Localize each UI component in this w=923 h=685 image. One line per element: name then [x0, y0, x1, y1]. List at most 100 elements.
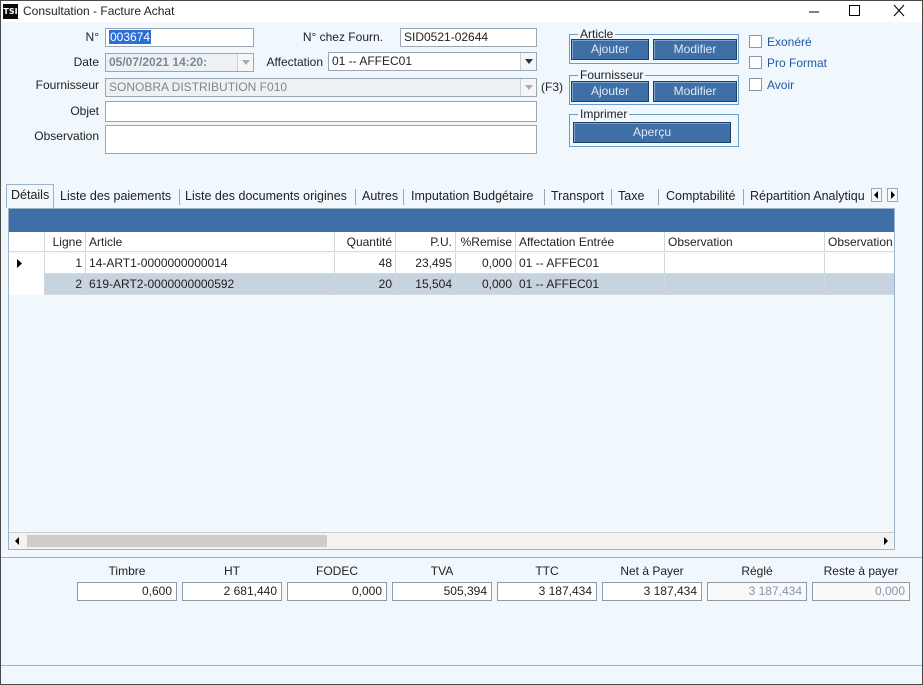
arrow-right-icon — [884, 537, 888, 545]
col-header-remise[interactable]: %Remise — [456, 232, 516, 252]
ttc-field[interactable]: 3 187,434 — [497, 582, 597, 601]
col-header-article[interactable]: Article — [86, 232, 335, 252]
net-a-payer-label: Net à Payer — [620, 564, 684, 578]
cell-ligne[interactable]: 1 — [45, 253, 86, 274]
exonere-checkbox[interactable] — [749, 35, 762, 48]
row-selector[interactable] — [9, 253, 45, 274]
cell-remise[interactable]: 0,000 — [456, 274, 516, 295]
observation-label: Observation — [34, 129, 99, 143]
maximize-button[interactable] — [834, 1, 874, 22]
tab-paiements[interactable]: Liste des paiements — [56, 186, 175, 208]
tabs-scroll-right-button[interactable] — [887, 188, 898, 202]
article-modify-button[interactable]: Modifier — [653, 39, 737, 60]
tva-label: TVA — [430, 564, 454, 578]
imprimer-group: Imprimer Aperçu — [569, 107, 739, 147]
fodec-field[interactable]: 0,000 — [287, 582, 387, 601]
ttc-label: TTC — [535, 564, 559, 578]
col-header-observation-2[interactable]: Observation — [825, 232, 894, 252]
objet-field[interactable] — [105, 101, 537, 122]
col-header-quantite[interactable]: Quantité — [335, 232, 396, 252]
tab-transport[interactable]: Transport — [547, 186, 608, 208]
date-field[interactable]: 05/07/2021 14:20: — [105, 53, 254, 72]
close-button[interactable] — [878, 1, 918, 22]
fournisseur-add-button[interactable]: Ajouter — [571, 81, 649, 102]
preview-button[interactable]: Aperçu — [573, 122, 731, 143]
tab-autres[interactable]: Autres — [358, 186, 402, 208]
no-field[interactable]: 003674 — [105, 28, 254, 47]
tabs-scroll-left-button[interactable] — [871, 188, 882, 202]
affectation-value: 01 -- AFFEC01 — [332, 54, 413, 68]
fournisseur-dropdown-icon[interactable] — [520, 79, 536, 96]
col-header-observation[interactable]: Observation — [665, 232, 825, 252]
no-value: 003674 — [109, 30, 152, 44]
pro-format-checkbox[interactable] — [749, 56, 762, 69]
row-indicator-icon — [17, 259, 22, 268]
col-header-affectation[interactable]: Affectation Entrée — [516, 232, 665, 252]
status-bar-divider — [1, 665, 922, 666]
table-row[interactable]: 1 14-ART1-0000000000014 48 23,495 0,000 … — [9, 253, 894, 274]
cell-quantite[interactable]: 20 — [335, 274, 396, 295]
scroll-thumb[interactable] — [27, 535, 327, 547]
tab-details[interactable]: Détails — [6, 184, 54, 208]
cell-observation[interactable] — [665, 274, 825, 295]
app-icon: TSI — [3, 4, 18, 19]
cell-article[interactable]: 14-ART1-0000000000014 — [86, 253, 335, 274]
grid-header-row: Ligne Article Quantité P.U. %Remise Affe… — [9, 232, 894, 252]
affectation-dropdown-icon[interactable] — [520, 53, 536, 70]
cell-ligne[interactable]: 2 — [45, 274, 86, 295]
ht-field[interactable]: 2 681,440 — [182, 582, 282, 601]
tab-comptabilite[interactable]: Comptabilité — [662, 186, 739, 208]
col-header-pu[interactable]: P.U. — [396, 232, 456, 252]
details-panel: Ligne Article Quantité P.U. %Remise Affe… — [8, 208, 895, 550]
supplier-no-field[interactable]: SID0521-02644 — [400, 28, 537, 47]
reste-a-payer-field[interactable]: 0,000 — [812, 582, 910, 601]
cell-remise[interactable]: 0,000 — [456, 253, 516, 274]
tab-repartition-analytique[interactable]: Répartition Analytiqu — [746, 186, 872, 208]
scroll-right-button[interactable] — [879, 534, 892, 548]
maximize-icon — [849, 5, 860, 16]
close-icon — [893, 4, 905, 17]
net-a-payer-field[interactable]: 3 187,434 — [602, 582, 702, 601]
cell-article[interactable]: 619-ART2-0000000000592 — [86, 274, 335, 295]
objet-label: Objet — [70, 104, 99, 118]
tab-taxe[interactable]: Taxe — [614, 186, 648, 208]
cell-affectation[interactable]: 01 -- AFFEC01 — [516, 253, 665, 274]
arrow-left-icon — [874, 191, 878, 199]
cell-quantite[interactable]: 48 — [335, 253, 396, 274]
horizontal-scrollbar[interactable] — [9, 532, 894, 549]
col-header-ligne[interactable]: Ligne — [45, 232, 86, 252]
cell-pu[interactable]: 23,495 — [396, 253, 456, 274]
date-dropdown-icon[interactable] — [237, 54, 253, 71]
cell-affectation[interactable]: 01 -- AFFEC01 — [516, 274, 665, 295]
tva-field[interactable]: 505,394 — [392, 582, 492, 601]
fournisseur-value: SONOBRA DISTRIBUTION F010 — [109, 80, 288, 94]
timbre-field[interactable]: 0,600 — [77, 582, 177, 601]
tab-documents-origines[interactable]: Liste des documents origines — [181, 186, 351, 208]
cell-observation-2[interactable] — [825, 274, 894, 295]
observation-field[interactable] — [105, 125, 537, 154]
avoir-checkbox[interactable] — [749, 78, 762, 91]
avoir-label: Avoir — [767, 78, 795, 92]
cell-observation[interactable] — [665, 253, 825, 274]
pro-format-label: Pro Format — [767, 56, 828, 70]
minimize-button[interactable] — [794, 1, 834, 22]
reste-a-payer-label: Reste à payer — [823, 564, 899, 578]
window-title: Consultation - Facture Achat — [23, 4, 175, 18]
table-row[interactable]: 2 619-ART2-0000000000592 20 15,504 0,000… — [9, 274, 894, 295]
fodec-label: FODEC — [316, 564, 358, 578]
fournisseur-modify-button[interactable]: Modifier — [653, 81, 737, 102]
cell-pu[interactable]: 15,504 — [396, 274, 456, 295]
regle-field[interactable]: 3 187,434 — [707, 582, 807, 601]
scroll-left-button[interactable] — [11, 534, 24, 548]
timbre-label: Timbre — [108, 564, 146, 578]
tab-imputation-budgetaire[interactable]: Imputation Budgétaire — [407, 186, 537, 208]
cell-observation-2[interactable] — [825, 253, 894, 274]
article-add-button[interactable]: Ajouter — [571, 39, 649, 60]
no-label: N° — [85, 30, 99, 44]
date-value: 05/07/2021 14:20: — [109, 55, 208, 69]
arrow-left-icon — [15, 537, 19, 545]
row-selector[interactable] — [9, 274, 45, 295]
fournisseur-select[interactable]: SONOBRA DISTRIBUTION F010 — [105, 78, 537, 97]
fournisseur-group: Fournisseur Ajouter Modifier — [569, 68, 739, 105]
affectation-select[interactable]: 01 -- AFFEC01 — [328, 52, 537, 71]
